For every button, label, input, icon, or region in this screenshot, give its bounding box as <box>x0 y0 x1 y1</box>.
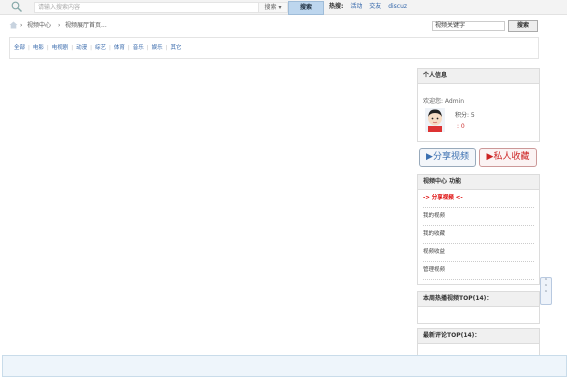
avatar[interactable] <box>425 108 445 132</box>
video-center-panel: 视频中心 功能 -> 分享视频 <- 我的视频 我的收藏 视频收益 管理视频 <box>417 174 540 285</box>
welcome-text: 欢迎您: Admin <box>423 98 465 105</box>
breadcrumb-separator: › <box>58 22 61 29</box>
category-variety[interactable]: 综艺 <box>95 45 106 51</box>
panel-title: 本周热播视频TOP(14)： <box>418 292 539 307</box>
divider: | <box>109 45 111 51</box>
score-label: 积分: 5 <box>455 112 475 119</box>
private-favorite-button[interactable]: ▶私人收藏 <box>479 148 537 167</box>
divider: | <box>71 45 74 51</box>
hot-search: 热搜: 活动 交友 discuz <box>329 2 407 12</box>
category-movie[interactable]: 电影 <box>33 45 44 51</box>
menu-item-share-video[interactable]: -> 分享视频 <- <box>423 190 534 208</box>
search-icon <box>11 1 22 12</box>
breadcrumb-separator: › <box>20 22 23 29</box>
video-center-menu: -> 分享视频 <- 我的视频 我的收藏 视频收益 管理视频 <box>418 190 539 280</box>
chevron-up-icon: ⌃ ⌃ ⌃ <box>543 278 549 296</box>
category-music[interactable]: 音乐 <box>133 45 144 51</box>
divider: | <box>46 45 49 51</box>
panel-title: 视频中心 功能 <box>418 175 539 190</box>
category-other[interactable]: 其它 <box>171 45 182 51</box>
weekly-hot-panel: 本周热播视频TOP(14)： <box>417 291 540 324</box>
divider: | <box>165 45 168 51</box>
keyword-search-button[interactable]: 搜索 <box>508 20 538 32</box>
divider: | <box>90 45 92 51</box>
home-icon[interactable] <box>9 21 18 29</box>
menu-item-my-favorites[interactable]: 我的收藏 <box>423 226 534 244</box>
category-anime[interactable]: 动漫 <box>76 45 87 51</box>
user-info-panel: 个人信息 欢迎您: Admin 积分: 5 : 0 <box>417 68 540 142</box>
menu-item-my-videos[interactable]: 我的视频 <box>423 208 534 226</box>
category-tv[interactable]: 电视剧 <box>52 45 69 51</box>
category-sports[interactable]: 体育 <box>114 45 125 51</box>
hot-link[interactable]: 交友 <box>369 3 381 10</box>
hot-link[interactable]: discuz <box>388 3 407 10</box>
bottom-bar <box>2 355 567 377</box>
top-bar: 请输入搜索内容 搜索 ▾ 搜索 热搜: 活动 交友 discuz <box>0 0 567 15</box>
score-value: : 0 <box>457 123 465 130</box>
search-input[interactable]: 请输入搜索内容 <box>34 2 261 13</box>
divider: | <box>146 45 149 51</box>
keyword-input[interactable]: 视频关键字 <box>432 21 505 31</box>
hot-link[interactable]: 活动 <box>350 3 362 10</box>
divider: | <box>127 45 130 51</box>
divider: | <box>28 45 30 51</box>
share-video-button[interactable]: ▶分享视频 <box>419 148 476 167</box>
panel-title: 最新评论TOP(14)： <box>418 329 539 344</box>
category-entertainment[interactable]: 娱乐 <box>152 45 163 51</box>
search-button[interactable]: 搜索 <box>288 1 324 15</box>
menu-item-manage-videos[interactable]: 管理视频 <box>423 262 534 280</box>
breadcrumb-current: 视频展厅首页... <box>65 22 107 29</box>
scroll-to-top-button[interactable]: ⌃ ⌃ ⌃ <box>540 277 552 305</box>
menu-item-video-earnings[interactable]: 视频收益 <box>423 244 534 262</box>
search-type-select[interactable]: 搜索 ▾ <box>258 2 288 13</box>
category-bar: 全部 | 电影 | 电视剧 | 动漫 | 综艺 | 体育 | 音乐 | 娱乐 | 其它 <box>9 37 539 59</box>
panel-title: 个人信息 <box>418 69 539 84</box>
breadcrumb-video-center[interactable]: 视频中心 <box>27 22 51 30</box>
hot-search-label: 热搜: <box>329 3 344 10</box>
category-all[interactable]: 全部 <box>14 45 25 51</box>
latest-comments-panel: 最新评论TOP(14)： <box>417 328 540 358</box>
